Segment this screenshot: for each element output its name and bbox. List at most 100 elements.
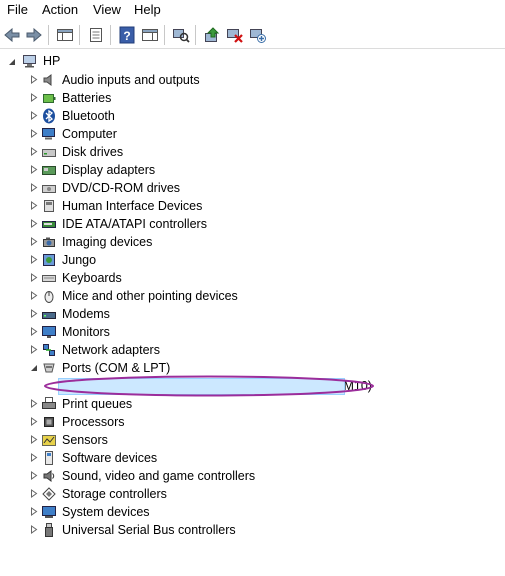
show-hide-tree-icon [57,29,73,41]
printer-icon [41,396,57,412]
expand-arrow-icon[interactable] [29,309,38,318]
tree-category-row[interactable]: Monitors [0,323,505,341]
expand-arrow-icon[interactable] [29,147,38,156]
menu-view[interactable]: View [91,2,123,18]
tree-category-row[interactable]: Computer [0,125,505,143]
menu-file[interactable]: File [5,2,30,18]
tree-category-row[interactable]: Batteries [0,89,505,107]
tree-category-label: Sensors [62,433,108,447]
tree-category-label: Jungo [62,253,97,267]
tree-category-label: Computer [62,127,117,141]
expand-arrow-icon[interactable] [29,93,38,102]
tree-category-row[interactable]: Network adapters [0,341,505,359]
expand-arrow-icon[interactable] [29,507,38,516]
expand-arrow-icon[interactable] [29,201,38,210]
expand-arrow-icon[interactable] [29,327,38,336]
network-adapter-icon [41,342,57,358]
toolbar: ? [0,21,505,49]
sound-icon [41,468,57,484]
tree-category-row[interactable]: Human Interface Devices [0,197,505,215]
expand-arrow-icon[interactable] [29,219,38,228]
tree-category-label: Software devices [62,451,158,465]
expand-arrow-icon[interactable] [29,435,38,444]
expand-arrow-icon[interactable] [29,273,38,282]
tree-category-label: Storage controllers [62,487,167,501]
tree-category-row[interactable]: Software devices [0,449,505,467]
collapse-arrow-icon[interactable] [7,57,16,66]
update-driver-icon [205,27,220,42]
expand-arrow-icon[interactable] [29,399,38,408]
help-button[interactable]: ? [116,24,138,46]
modem-icon [41,306,57,322]
tree-category-row[interactable]: DVD/CD-ROM drives [0,179,505,197]
processor-icon [41,414,57,430]
tree-category-label: Universal Serial Bus controllers [62,523,236,537]
tree-category-label: Display adapters [62,163,156,177]
forward-button[interactable] [23,24,45,46]
toolbar-separator [164,25,165,45]
update-driver-button[interactable] [201,24,223,46]
tree-category-row[interactable]: Keyboards [0,269,505,287]
tree-root-row[interactable]: HP [0,52,505,70]
toolbar-separator [79,25,80,45]
tree-category-label: Bluetooth [62,109,115,123]
tree-category-row[interactable]: Display adapters [0,161,505,179]
toolbar-separator [110,25,111,45]
scan-hardware-button[interactable] [170,24,192,46]
expand-arrow-icon[interactable] [29,453,38,462]
expand-arrow-icon[interactable] [29,525,38,534]
tree-category-row[interactable]: Print queues [0,395,505,413]
port-icon [41,360,57,376]
tree-category-row[interactable]: System devices [0,503,505,521]
expand-arrow-icon[interactable] [29,255,38,264]
tree-category-row[interactable]: Sensors [0,431,505,449]
tree-category-row[interactable]: Imaging devices [0,233,505,251]
expand-arrow-icon[interactable] [29,471,38,480]
expand-arrow-icon[interactable] [29,165,38,174]
menu-help[interactable]: Help [132,2,163,18]
expand-arrow-icon[interactable] [29,237,38,246]
tree-category-row[interactable]: Jungo [0,251,505,269]
tree-category-label: Network adapters [62,343,160,357]
expand-arrow-icon[interactable] [29,345,38,354]
computer-root-icon [22,53,38,69]
add-legacy-hardware-icon [250,29,266,43]
tree-category-label: Print queues [62,397,133,411]
tree-category-row[interactable]: Modems [0,305,505,323]
tree-category-row[interactable]: Universal Serial Bus controllers [0,521,505,539]
tree-category-row[interactable]: Mice and other pointing devices [0,287,505,305]
tree-category-row[interactable]: Audio inputs and outputs [0,71,505,89]
hid-icon [41,198,57,214]
expand-arrow-icon[interactable] [29,111,38,120]
tree-category-row[interactable]: Storage controllers [0,485,505,503]
mouse-icon [41,288,57,304]
back-button[interactable] [1,24,23,46]
annotation-ellipse [44,375,374,397]
expand-arrow-icon[interactable] [29,75,38,84]
expand-arrow-icon[interactable] [29,129,38,138]
properties-button[interactable] [85,24,107,46]
toolbar-separator [48,25,49,45]
expand-arrow-icon[interactable] [29,417,38,426]
toolbar-separator [195,25,196,45]
tree-category-row[interactable]: Disk drives [0,143,505,161]
expand-arrow-icon[interactable] [29,489,38,498]
collapse-arrow-icon[interactable] [29,363,38,372]
bluetooth-icon [41,108,57,124]
ide-controller-icon [41,216,57,232]
action-pane-button[interactable] [139,24,161,46]
camera-icon [41,234,57,250]
uninstall-device-button[interactable] [224,24,246,46]
sensor-icon [41,432,57,448]
expand-arrow-icon[interactable] [29,183,38,192]
show-hide-tree-button[interactable] [54,24,76,46]
tree-category-label: Monitors [62,325,110,339]
add-legacy-hardware-button[interactable] [247,24,269,46]
tree-category-row[interactable]: Sound, video and game controllers [0,467,505,485]
tree-category-row[interactable]: Bluetooth [0,107,505,125]
menu-action[interactable]: Action [40,2,80,18]
tree-category-row[interactable]: IDE ATA/ATAPI controllers [0,215,505,233]
expand-arrow-icon[interactable] [29,291,38,300]
tree-category-row[interactable]: Processors [0,413,505,431]
help-icon: ? [119,26,135,44]
